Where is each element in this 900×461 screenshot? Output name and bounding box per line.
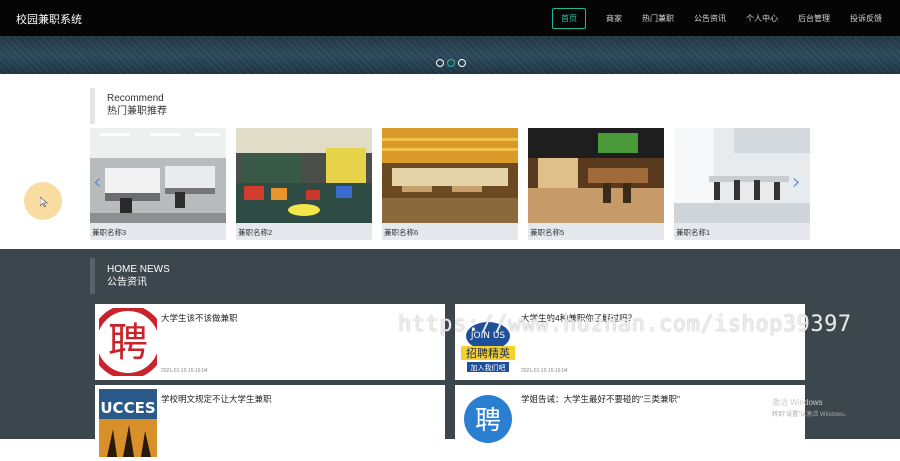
news-title: 学校明文规定不让大学生兼职 — [161, 394, 272, 404]
news-title: 学姐告诫：大学生最好不要碰的"三类兼职" — [521, 394, 681, 404]
job-photo — [382, 128, 518, 223]
job-card-label: 兼职名称3 — [92, 228, 127, 237]
svg-text:招聘精英: 招聘精英 — [466, 346, 510, 360]
windows-activation-title: 激活 Windows — [772, 398, 823, 407]
svg-text:加入我们吧: 加入我们吧 — [471, 363, 506, 372]
recommend-section-header: Recommend 热门兼职推荐 — [90, 88, 167, 124]
job-card[interactable]: 兼职名称6 — [382, 128, 518, 240]
job-photo — [528, 128, 664, 223]
hero-banner — [0, 36, 900, 74]
carousel-next-icon[interactable]: › — [792, 170, 801, 195]
site-brand[interactable]: 校园兼职系统 — [16, 11, 82, 27]
news-title-en: HOME NEWS — [107, 264, 170, 275]
job-photo — [90, 128, 226, 223]
recommend-title-cn: 热门兼职推荐 — [107, 106, 167, 117]
job-card-label: 兼职名称2 — [238, 228, 273, 237]
nav-admin[interactable]: 后台管理 — [798, 13, 830, 24]
svg-text:聘: 聘 — [475, 406, 501, 436]
news-title-cn: 公告资讯 — [107, 277, 147, 288]
nav-home[interactable]: 首页 — [552, 7, 586, 29]
job-card-label: 兼职名称6 — [384, 228, 419, 237]
job-card[interactable]: 兼职名称2 — [236, 128, 372, 240]
banner-pagination — [436, 59, 466, 67]
news-date: 2021-01-19 15:16:04 — [521, 368, 568, 374]
recommend-carousel: 兼职名称3 兼职名称2 兼职名称6 兼职名称5 兼职名称1 — [90, 128, 810, 240]
job-card[interactable]: 兼职名称3 — [90, 128, 226, 240]
job-card[interactable]: 兼职名称1 — [674, 128, 810, 240]
svg-text:聘: 聘 — [108, 320, 148, 366]
news-date: 2021-01-19 15:16:04 — [161, 368, 208, 374]
news-thumbnail: 聘 — [99, 308, 157, 376]
news-section-header: HOME NEWS 公告资讯 — [90, 258, 170, 294]
news-thumbnail: UCCES — [99, 389, 157, 457]
carousel-prev-icon[interactable]: ‹ — [93, 170, 102, 195]
banner-dot-1[interactable] — [436, 59, 444, 67]
nav-news[interactable]: 公告资讯 — [694, 13, 726, 24]
nav-merchant[interactable]: 商家 — [606, 13, 622, 24]
banner-dot-2[interactable] — [447, 59, 455, 67]
mouse-pointer-icon — [40, 197, 48, 207]
top-nav-bar: 校园兼职系统 首页 商家 热门兼职 公告资讯 个人中心 后台管理 投诉反馈 — [0, 0, 900, 36]
job-card-label: 兼职名称5 — [530, 228, 565, 237]
nav-feedback[interactable]: 投诉反馈 — [850, 13, 882, 24]
news-card[interactable]: UCCES 学校明文规定不让大学生兼职 — [95, 385, 445, 461]
job-card-label: 兼职名称1 — [676, 228, 711, 237]
news-card[interactable]: 聘 大学生该不该做兼职 2021-01-19 15:16:04 — [95, 304, 445, 380]
job-photo — [674, 128, 810, 223]
watermark-url: https://www.huzhan.com/ishop39397 — [398, 312, 852, 337]
banner-dot-3[interactable] — [458, 59, 466, 67]
nav-hot-jobs[interactable]: 热门兼职 — [642, 13, 674, 24]
svg-text:UCCES: UCCES — [100, 399, 155, 417]
windows-activation-hint: 转到"设置"以激活 Windows。 — [772, 412, 851, 418]
main-nav: 首页 商家 热门兼职 公告资讯 个人中心 后台管理 投诉反馈 — [552, 0, 900, 36]
news-title: 大学生该不该做兼职 — [161, 313, 238, 323]
recommend-title-en: Recommend — [107, 93, 164, 104]
news-thumbnail: 聘 — [459, 389, 517, 457]
job-photo — [236, 128, 372, 223]
job-card[interactable]: 兼职名称5 — [528, 128, 664, 240]
news-card[interactable]: 聘 学姐告诫：大学生最好不要碰的"三类兼职" — [455, 385, 805, 461]
nav-profile[interactable]: 个人中心 — [746, 13, 778, 24]
